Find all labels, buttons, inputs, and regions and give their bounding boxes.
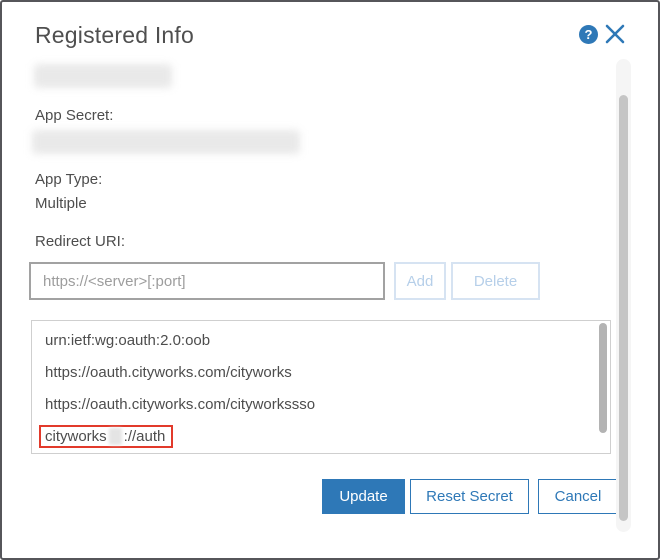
dialog-scrollbar-thumb[interactable] [619,95,628,521]
close-icon[interactable] [604,23,626,45]
registered-info-dialog: Registered Info ? App Secret: App Type: … [0,0,660,560]
list-item-highlighted[interactable]: cityworks ://auth [32,420,610,452]
delete-button[interactable]: Delete [451,262,540,300]
cancel-button[interactable]: Cancel [538,479,618,514]
list-item-text-suffix: ://auth [124,428,166,445]
reset-secret-button[interactable]: Reset Secret [410,479,529,514]
redirect-uri-input[interactable] [29,262,385,300]
app-type-value: Multiple [35,195,87,212]
redirect-uri-list[interactable]: urn:ietf:wg:oauth:2.0:oob https://oauth.… [31,320,611,454]
redirect-scheme-redacted-segment [109,428,122,445]
list-item[interactable]: https://oauth.cityworks.com/cityworks [32,356,610,388]
redirect-uri-label: Redirect URI: [35,233,125,250]
app-secret-redacted-value [32,130,300,154]
help-button[interactable]: ? [579,25,598,44]
list-item-text-prefix: cityworks [45,428,107,445]
app-id-redacted-value [34,64,172,88]
list-scrollbar-thumb[interactable] [599,323,607,433]
list-item[interactable]: https://oauth.cityworks.com/cityworkssso [32,388,610,420]
list-item-text: https://oauth.cityworks.com/cityworks [45,364,292,381]
list-item-text: urn:ietf:wg:oauth:2.0:oob [45,332,210,349]
red-highlight-box: cityworks ://auth [39,425,173,448]
app-secret-label: App Secret: [35,107,113,124]
update-button[interactable]: Update [322,479,405,514]
dialog-scrollbar-track[interactable] [616,59,631,532]
add-button[interactable]: Add [394,262,446,300]
list-item-text: https://oauth.cityworks.com/cityworkssso [45,396,315,413]
dialog-title: Registered Info [35,22,194,49]
app-type-label: App Type: [35,171,102,188]
help-icon: ? [585,28,593,41]
list-item[interactable]: urn:ietf:wg:oauth:2.0:oob [32,324,610,356]
